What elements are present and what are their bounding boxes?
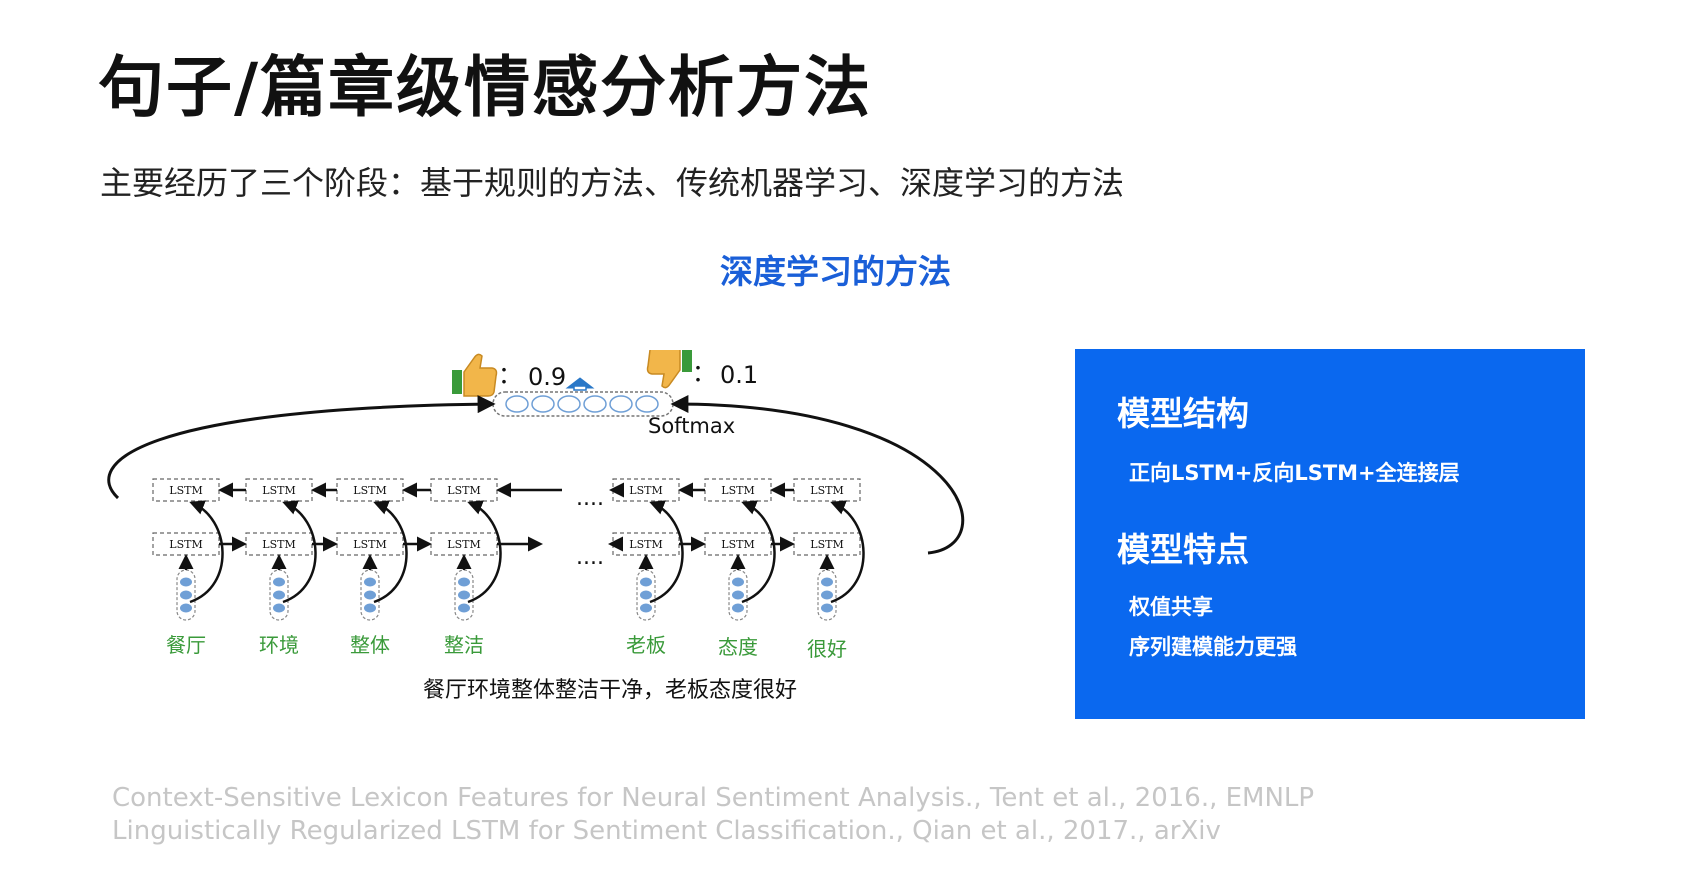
token-unit bbox=[364, 590, 376, 600]
backward-lstm-cell-label: LSTM bbox=[629, 484, 662, 497]
input-sentence: 餐厅环境整体整洁干净，老板态度很好 bbox=[423, 678, 797, 703]
model-info-panel: 模型结构 正向LSTM+反向LSTM+全连接层 模型特点 权值共享 序列建模能力… bbox=[1075, 349, 1585, 719]
reference-item: Linguistically Regularized LSTM for Sent… bbox=[112, 816, 1221, 846]
token-unit bbox=[732, 603, 744, 613]
forward-lstm-cell-label: LSTM bbox=[810, 538, 843, 551]
input-word: 很好 bbox=[807, 637, 847, 661]
token-unit bbox=[821, 603, 833, 613]
score-separator: ： bbox=[498, 361, 522, 389]
features-heading: 模型特点 bbox=[1117, 530, 1249, 569]
token-unit bbox=[273, 603, 285, 613]
token-unit bbox=[732, 577, 744, 587]
token-unit bbox=[364, 577, 376, 587]
structure-heading: 模型结构 bbox=[1117, 394, 1249, 433]
output-arrow-icon bbox=[565, 377, 595, 391]
input-word: 态度 bbox=[718, 635, 758, 659]
token-unit bbox=[821, 590, 833, 600]
softmax-layer bbox=[492, 391, 674, 417]
backward-lstm-cell-label: LSTM bbox=[353, 484, 386, 497]
input-word: 整体 bbox=[350, 633, 390, 657]
forward-lstm-cell-label: LSTM bbox=[629, 538, 662, 551]
negative-score: 0.1 bbox=[720, 361, 758, 389]
token-unit bbox=[273, 577, 285, 587]
slide-subtitle: 主要经历了三个阶段：基于规则的方法、传统机器学习、深度学习的方法 bbox=[100, 164, 1125, 202]
backward-lstm-cell-label: LSTM bbox=[721, 484, 754, 497]
score-separator: ： bbox=[692, 359, 716, 387]
backward-lstm-cell-label: LSTM bbox=[262, 484, 295, 497]
token-unit bbox=[821, 577, 833, 587]
token-unit bbox=[180, 603, 192, 613]
backward-lstm-cell-label: LSTM bbox=[810, 484, 843, 497]
token-unit bbox=[732, 590, 744, 600]
token-unit bbox=[640, 577, 652, 587]
forward-lstm-cell-label: LSTM bbox=[262, 538, 295, 551]
token-unit bbox=[180, 577, 192, 587]
section-heading: 深度学习的方法 bbox=[720, 252, 951, 291]
forward-lstm-cell-label: LSTM bbox=[721, 538, 754, 551]
token-unit bbox=[640, 603, 652, 613]
token-unit bbox=[458, 577, 470, 587]
forward-lstm-cell-label: LSTM bbox=[353, 538, 386, 551]
backward-ellipsis: .... bbox=[576, 486, 604, 511]
backward-lstm-cell-label: LSTM bbox=[169, 484, 202, 497]
lstm-grid: LSTM LSTM 餐厅 LSTM LSTM 环境 LSTM LSTM 整体 LSTM LSTM 整洁… bbox=[152, 478, 865, 661]
token-unit bbox=[273, 590, 285, 600]
bilstm-diagram: ： 0.9 ： 0.1 Softmax LSTM LSTM 餐厅 LSTM LSTM 环境… bbox=[107, 350, 965, 703]
feature-item: 序列建模能力更强 bbox=[1129, 635, 1297, 659]
positive-score: 0.9 bbox=[528, 363, 566, 391]
input-word: 老板 bbox=[626, 633, 666, 657]
input-word: 环境 bbox=[259, 633, 299, 657]
token-unit bbox=[180, 590, 192, 600]
token-unit bbox=[458, 590, 470, 600]
structure-text: 正向LSTM+反向LSTM+全连接层 bbox=[1129, 461, 1460, 485]
feature-item: 权值共享 bbox=[1129, 595, 1213, 619]
forward-ellipsis: .... bbox=[576, 545, 604, 570]
reference-item: Context-Sensitive Lexicon Features for N… bbox=[112, 783, 1315, 813]
forward-lstm-cell-label: LSTM bbox=[447, 538, 480, 551]
token-unit bbox=[640, 590, 652, 600]
input-word: 整洁 bbox=[444, 633, 484, 657]
token-unit bbox=[364, 603, 376, 613]
references: Context-Sensitive Lexicon Features for N… bbox=[112, 782, 1314, 848]
backward-lstm-cell-label: LSTM bbox=[447, 484, 480, 497]
slide-title: 句子/篇章级情感分析方法 bbox=[98, 49, 873, 126]
thumbs-down-icon bbox=[646, 350, 692, 389]
token-unit bbox=[458, 603, 470, 613]
forward-lstm-cell-label: LSTM bbox=[169, 538, 202, 551]
input-word: 餐厅 bbox=[166, 633, 206, 657]
softmax-label: Softmax bbox=[648, 414, 735, 438]
thumbs-up-icon bbox=[452, 353, 498, 397]
